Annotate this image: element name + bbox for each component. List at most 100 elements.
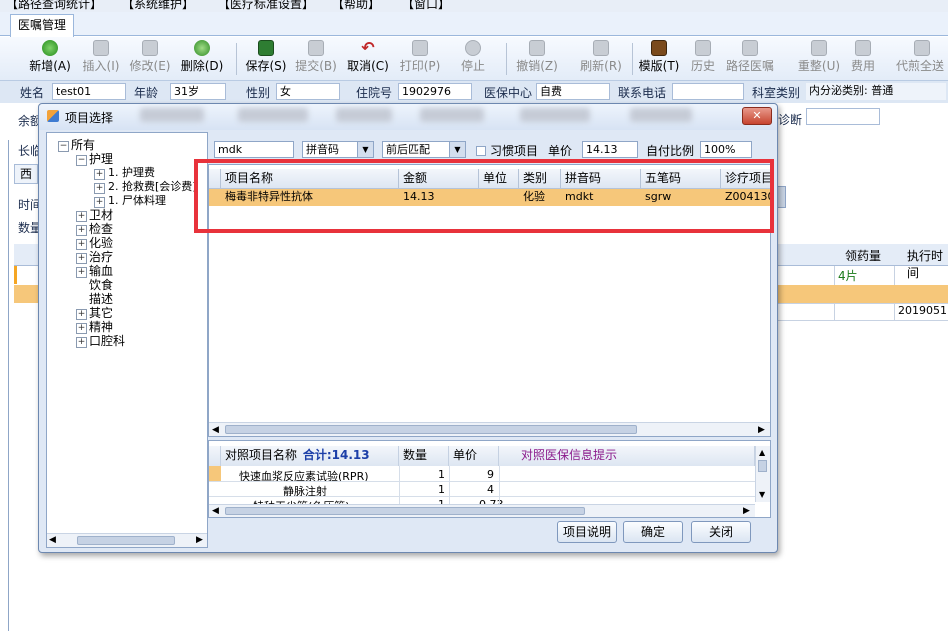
close-icon[interactable]: ✕	[742, 107, 772, 125]
scroll-up-icon[interactable]: ▲	[759, 448, 765, 457]
west-tab[interactable]: 西	[14, 164, 38, 184]
name-field[interactable]: test01	[52, 83, 126, 100]
order-dose-cell: 4片	[838, 269, 858, 283]
tab-order-management[interactable]: 医嘱管理	[10, 14, 74, 37]
undo-icon: ↶	[361, 38, 375, 57]
insurance-center-field[interactable]: 自费	[536, 83, 610, 100]
expand-icon[interactable]: +	[76, 253, 87, 264]
history-button[interactable]: 历史	[686, 39, 720, 79]
expand-icon[interactable]: +	[94, 169, 105, 180]
redacted-field	[630, 108, 692, 122]
cancel-button[interactable]: ↶ 取消(C)	[346, 39, 390, 79]
compare-grid[interactable]: 对照项目名称 合计:14.13 数量 单价 对照医保信息提示 快速血浆反应素试验…	[208, 440, 771, 518]
age-label: 年龄	[134, 86, 159, 100]
admission-label: 住院号	[356, 86, 393, 100]
order-grid-header: 领药量 执行时间	[775, 244, 948, 280]
compare-row-qty: 1	[438, 483, 445, 496]
item-description-button[interactable]: 项目说明	[557, 521, 617, 543]
habit-checkbox[interactable]	[476, 146, 486, 156]
new-button[interactable]: 新增(A)	[26, 39, 74, 79]
expand-icon[interactable]: +	[76, 323, 87, 334]
scroll-right-icon[interactable]: ▶	[758, 425, 765, 435]
habit-label: 习惯项目	[490, 144, 539, 158]
diagnosis-field[interactable]	[806, 108, 880, 125]
compare-horizontal-scrollbar[interactable]: ◀ ▶	[209, 504, 755, 517]
modify-button[interactable]: 修改(E)	[128, 39, 172, 79]
phone-field[interactable]	[672, 83, 744, 100]
printer-icon	[412, 40, 428, 56]
match-mode-select[interactable]: 前后匹配 ▼	[382, 141, 466, 158]
scroll-left-icon[interactable]: ◀	[212, 425, 219, 435]
expand-icon[interactable]: +	[94, 183, 105, 194]
refresh-button[interactable]: 刷新(R)	[578, 39, 624, 79]
menu-path-stats[interactable]: 【路径查询统计】	[6, 0, 102, 12]
sex-field[interactable]: 女	[276, 83, 340, 100]
chevron-down-icon[interactable]: ▼	[449, 142, 465, 157]
scroll-thumb[interactable]	[225, 425, 637, 434]
reorganize-button[interactable]: 重整(U)	[796, 39, 842, 79]
expand-icon[interactable]: +	[76, 211, 87, 222]
menu-window[interactable]: 【窗口】	[402, 0, 450, 12]
template-button[interactable]: 模版(T)	[636, 39, 682, 79]
insurance-center-label: 医保中心	[484, 86, 533, 100]
menu-medical-standards[interactable]: 【医疗标准设置】	[218, 0, 314, 12]
price-field[interactable]: 14.13	[582, 141, 638, 158]
scroll-down-icon[interactable]: ▼	[759, 490, 765, 499]
close-button[interactable]: 关闭	[691, 521, 751, 543]
decoction-button[interactable]: 代煎全送	[896, 39, 948, 79]
expand-icon[interactable]: +	[76, 267, 87, 278]
dept-type-label: 科室类别	[752, 86, 801, 100]
age-field[interactable]: 31岁	[170, 83, 226, 100]
revoke-button[interactable]: 撤销(Z)	[514, 39, 560, 79]
scroll-right-icon[interactable]: ▶	[196, 535, 203, 545]
compare-header-qty: 数量	[399, 446, 449, 466]
expand-icon[interactable]: +	[76, 337, 87, 348]
scroll-right-icon[interactable]: ▶	[743, 506, 750, 516]
price-label: 单价	[548, 144, 573, 158]
expand-icon[interactable]: +	[76, 239, 87, 250]
expand-icon[interactable]: +	[76, 225, 87, 236]
history-icon	[695, 40, 711, 56]
redacted-field	[420, 108, 484, 122]
order-selected-row	[775, 285, 948, 303]
save-button[interactable]: 保存(S)	[244, 39, 288, 79]
tree-node-body-care[interactable]: 1. 尸体料理	[108, 192, 166, 208]
diagnosis-label: 诊断	[778, 113, 803, 127]
code-type-select[interactable]: 拼音码 ▼	[302, 141, 374, 158]
tree-horizontal-scrollbar[interactable]: ◀ ▶	[47, 533, 207, 547]
menu-system-maintenance[interactable]: 【系统维护】	[122, 0, 194, 12]
search-input[interactable]: mdk	[214, 141, 294, 158]
scroll-thumb[interactable]	[77, 536, 175, 545]
delete-button[interactable]: 删除(D)	[178, 39, 226, 79]
scroll-left-icon[interactable]: ◀	[212, 506, 219, 516]
expand-icon[interactable]: +	[76, 309, 87, 320]
scroll-thumb[interactable]	[225, 507, 585, 515]
decoction-icon	[914, 40, 930, 56]
redacted-field	[140, 108, 204, 122]
category-tree[interactable]: − 所有 − 护理 + 1. 护理费 + 2. 抢救费[会诊费] + 1. 尸体…	[46, 132, 208, 548]
grid-horizontal-scrollbar[interactable]: ◀ ▶	[209, 422, 770, 436]
self-pay-field[interactable]: 100%	[700, 141, 752, 158]
collapse-icon[interactable]: −	[58, 141, 69, 152]
chevron-down-icon[interactable]: ▼	[357, 142, 373, 157]
menu-help[interactable]: 【帮助】	[332, 0, 380, 12]
scroll-left-icon[interactable]: ◀	[49, 535, 56, 545]
redacted-field	[238, 108, 308, 122]
fee-button[interactable]: 费用	[846, 39, 880, 79]
collapse-icon[interactable]: −	[76, 155, 87, 166]
submit-button[interactable]: 提交(B)	[294, 39, 338, 79]
scroll-thumb[interactable]	[758, 460, 767, 472]
admission-field[interactable]: 1902976	[398, 83, 472, 100]
redacted-field	[336, 108, 392, 122]
stop-button[interactable]: 停止	[456, 39, 490, 79]
toolbar-separator	[236, 43, 237, 75]
toolbar: 新增(A) 插入(I) 修改(E) 删除(D) 保存(S) 提交(B) ↶ 取消…	[0, 37, 948, 81]
ok-button[interactable]: 确定	[623, 521, 683, 543]
redacted-field	[520, 108, 590, 122]
compare-vertical-scrollbar[interactable]: ▲ ▼	[755, 446, 770, 502]
insert-button[interactable]: 插入(I)	[80, 39, 122, 79]
submit-icon	[308, 40, 324, 56]
tree-node-stomatology[interactable]: 口腔科	[89, 332, 125, 349]
path-order-button[interactable]: 路径医嘱	[724, 39, 776, 79]
print-button[interactable]: 打印(P)	[398, 39, 442, 79]
